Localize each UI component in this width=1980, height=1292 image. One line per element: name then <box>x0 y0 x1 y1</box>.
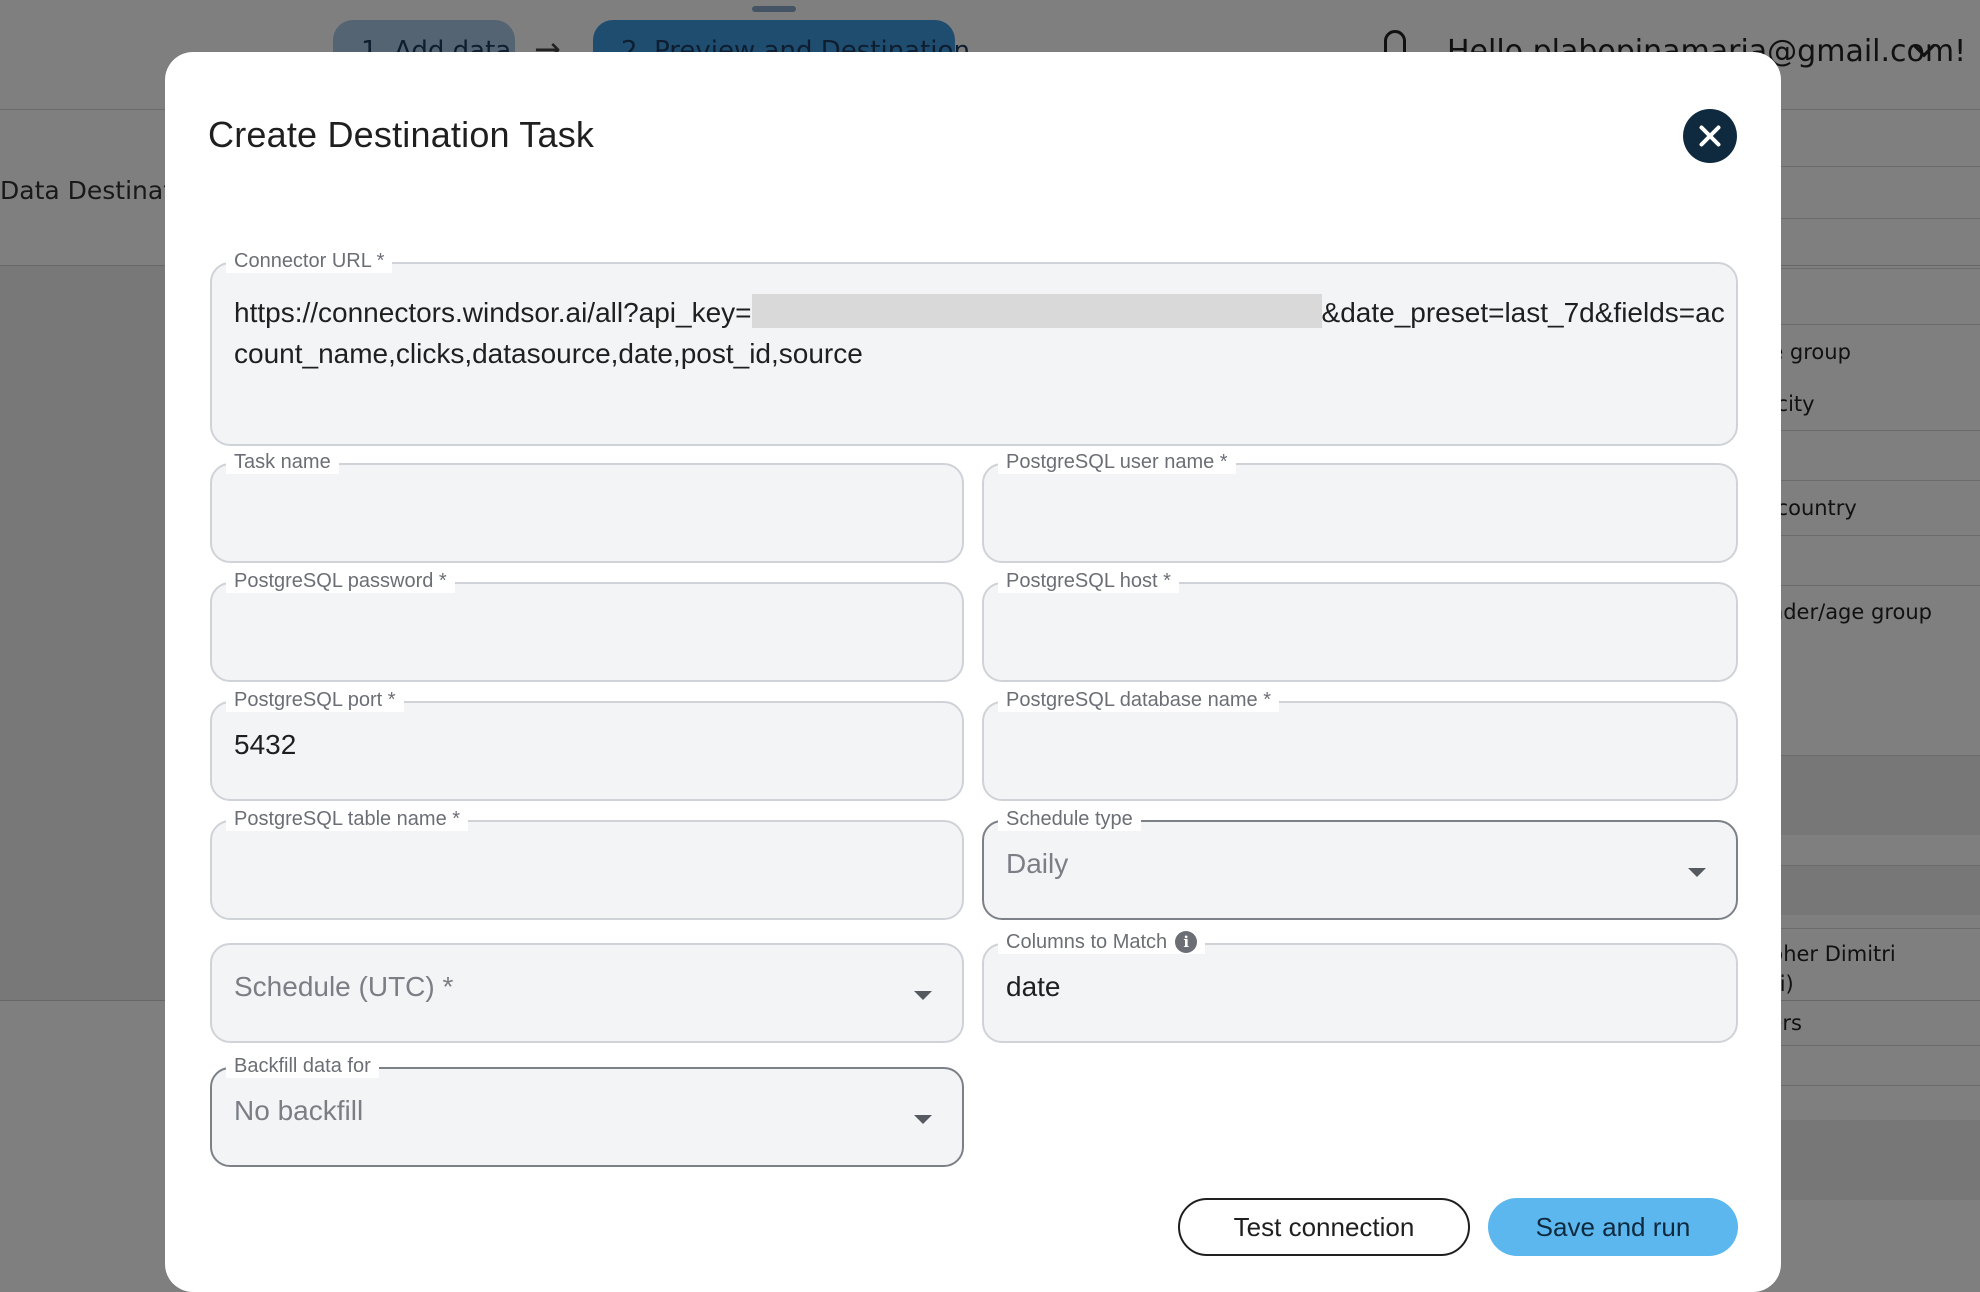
pg-database-input[interactable] <box>1006 703 1714 799</box>
pg-table-field[interactable]: PostgreSQL table name * <box>210 807 964 920</box>
close-icon[interactable] <box>1683 109 1737 163</box>
redacted-api-key <box>751 294 1322 328</box>
task-name-input[interactable] <box>234 465 940 561</box>
connector-url-value[interactable]: https://connectors.windsor.ai/all?api_ke… <box>234 292 1734 374</box>
pg-password-input[interactable] <box>234 584 940 680</box>
pg-host-field[interactable]: PostgreSQL host * <box>982 569 1738 682</box>
schedule-type-select[interactable]: Schedule type Daily <box>982 807 1738 920</box>
url-prefix: https://connectors.windsor.ai/all?api_ke… <box>234 297 752 328</box>
field-label: Connector URL * <box>226 249 393 273</box>
field-label: Schedule type <box>998 807 1141 831</box>
field-label: Backfill data for <box>226 1054 379 1078</box>
pg-host-input[interactable] <box>1006 584 1714 680</box>
dialog-title: Create Destination Task <box>208 114 595 155</box>
pg-port-field[interactable]: PostgreSQL port * 5432 <box>210 688 964 801</box>
chevron-down-icon[interactable] <box>914 1115 932 1124</box>
save-and-run-button[interactable]: Save and run <box>1488 1198 1738 1256</box>
backfill-select[interactable]: Backfill data for No backfill <box>210 1054 964 1167</box>
field-label: PostgreSQL port * <box>226 688 404 712</box>
chevron-down-icon[interactable] <box>1688 868 1706 877</box>
create-destination-task-dialog: Create Destination Task Connector URL * … <box>165 52 1781 1292</box>
task-name-field[interactable]: Task name <box>210 450 964 563</box>
pg-user-field[interactable]: PostgreSQL user name * <box>982 450 1738 563</box>
columns-to-match-field[interactable]: Columns to Match i date <box>982 930 1738 1043</box>
connector-url-field[interactable]: Connector URL * https://connectors.winds… <box>210 249 1738 446</box>
schedule-utc-select[interactable]: Schedule (UTC) * <box>210 943 964 1043</box>
info-icon[interactable]: i <box>1175 931 1198 953</box>
pg-user-input[interactable] <box>1006 465 1714 561</box>
pg-port-value[interactable]: 5432 <box>234 729 296 761</box>
schedule-type-value: Daily <box>1006 848 1069 879</box>
field-label: Columns to Match i <box>998 930 1206 954</box>
test-connection-button[interactable]: Test connection <box>1178 1198 1470 1256</box>
pg-table-input[interactable] <box>234 822 940 918</box>
schedule-utc-placeholder: Schedule (UTC) * <box>234 971 454 1002</box>
chevron-down-icon[interactable] <box>914 991 932 1000</box>
pg-database-field[interactable]: PostgreSQL database name * <box>982 688 1738 801</box>
pg-password-field[interactable]: PostgreSQL password * <box>210 569 964 682</box>
backfill-value: No backfill <box>234 1095 364 1126</box>
columns-to-match-label: Columns to Match <box>1006 931 1168 953</box>
columns-to-match-value[interactable]: date <box>1006 971 1061 1003</box>
